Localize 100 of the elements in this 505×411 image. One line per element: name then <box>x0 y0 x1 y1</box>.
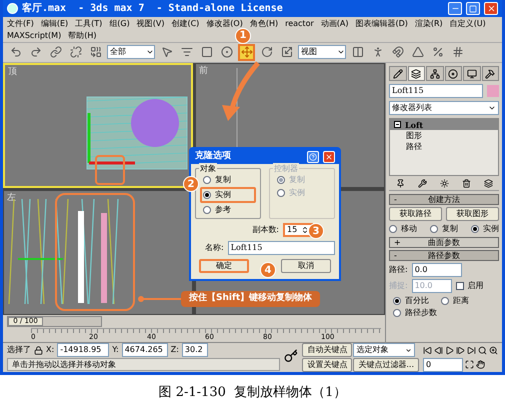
rollout-button[interactable]: 获取路径 <box>389 207 442 221</box>
frame-field[interactable]: 0 <box>423 358 463 372</box>
unlink-icon <box>70 46 82 58</box>
y-coordinate-field[interactable]: 4674.265 <box>122 343 168 357</box>
rollout-header[interactable]: - 创建方法 <box>389 194 499 205</box>
key-mode-dropdown[interactable]: 选定对象 <box>353 343 416 357</box>
radio-button[interactable] <box>471 225 479 233</box>
zoom-all-icon[interactable] <box>489 346 498 354</box>
pan-icon[interactable] <box>476 360 485 369</box>
previous-frame-icon[interactable] <box>434 346 443 354</box>
circle-icon <box>220 46 232 58</box>
maximize-button[interactable] <box>466 2 480 16</box>
create-tab[interactable] <box>389 66 406 81</box>
stack-item[interactable]: Loft <box>405 118 424 130</box>
wrench-icon <box>418 179 426 188</box>
group-label: 对象 <box>199 163 217 175</box>
menu-item[interactable]: 文件(F) <box>7 18 34 30</box>
radio-button[interactable] <box>203 176 211 184</box>
radio-label: 复制 <box>289 174 305 186</box>
menu-item[interactable]: 自定义(U) <box>450 18 486 30</box>
figure-icon <box>372 46 384 58</box>
radio-button[interactable] <box>441 297 449 305</box>
radio-button[interactable] <box>393 309 401 317</box>
dialog-button[interactable]: 确定 <box>199 259 249 273</box>
move-button[interactable] <box>238 44 255 61</box>
play-icon[interactable] <box>445 346 454 354</box>
radio-button[interactable] <box>393 297 401 305</box>
callout-label: 按住【Shift】键移动复制物体 <box>181 291 320 307</box>
viewport-label: 顶 <box>8 66 17 79</box>
percent-icon <box>432 46 444 58</box>
z-coordinate-field[interactable]: 30.2 <box>182 343 208 357</box>
radio-label: 距离 <box>453 295 469 307</box>
motion-icon <box>448 68 458 78</box>
snap-label: 捕捉: <box>389 280 408 292</box>
set-key-button[interactable]: 设置关键点 <box>302 358 352 372</box>
menu-item[interactable]: 组(G) <box>109 18 130 30</box>
enable-label: 启用 <box>468 280 484 292</box>
maximize-icon <box>469 4 477 13</box>
object-name-field[interactable]: Loft115 <box>389 84 483 98</box>
next-frame-icon[interactable] <box>456 346 465 354</box>
trash-icon <box>462 179 470 188</box>
radio-label: 参考 <box>215 204 231 216</box>
motion-tab[interactable] <box>444 66 462 81</box>
modifier-list-dropdown[interactable]: 修改器列表 <box>389 101 499 115</box>
radio-button[interactable] <box>203 206 211 214</box>
minimize-button[interactable] <box>448 2 462 16</box>
go-to-end-icon[interactable] <box>467 346 476 354</box>
zoom-icon[interactable] <box>478 346 487 354</box>
utilities-tab[interactable] <box>482 66 499 81</box>
close-button[interactable] <box>484 2 498 16</box>
toolbar-dropdown[interactable]: 视图 <box>298 45 346 60</box>
rollout-header[interactable]: - 路径参数 <box>389 250 499 261</box>
radio-label: 实例 <box>215 189 231 201</box>
dialog-button[interactable]: 取消 <box>281 259 331 273</box>
menu-item[interactable]: 创建(C) <box>171 18 200 30</box>
radio-button[interactable] <box>389 225 397 233</box>
menu-item[interactable]: 修改器(O) <box>206 18 243 30</box>
display-tab[interactable] <box>463 66 480 81</box>
go-to-start-icon[interactable] <box>423 346 432 354</box>
stack-subitem[interactable]: 路径 <box>390 141 498 152</box>
menu-item[interactable]: 工具(T) <box>75 18 102 30</box>
key-icon[interactable] <box>284 349 298 363</box>
modify-tab[interactable] <box>408 66 425 81</box>
menu-item[interactable]: 渲染(R) <box>414 18 443 30</box>
radio-button[interactable] <box>430 225 438 233</box>
toolbar-dropdown[interactable]: 全部 <box>107 45 155 60</box>
rollout-button[interactable]: 获取图形 <box>446 207 499 221</box>
auto-key-button[interactable]: 自动关键点 <box>302 343 352 357</box>
close-button[interactable] <box>323 150 335 162</box>
maximize-viewport-icon[interactable] <box>465 360 474 369</box>
x-coordinate-field[interactable]: -14918.95 <box>57 343 110 357</box>
copies-spinner[interactable]: 15 <box>283 223 313 237</box>
rollout-header[interactable]: + 曲面参数 <box>389 237 499 248</box>
stack-subitem[interactable]: 图形 <box>390 130 498 141</box>
help-button[interactable] <box>307 150 319 162</box>
radio-label: 移动 <box>401 223 417 235</box>
hierarchy-tab[interactable] <box>426 66 444 81</box>
collapse-icon[interactable] <box>394 121 401 128</box>
menu-item[interactable]: 编辑(E) <box>40 18 68 30</box>
step-number-badge: 1 <box>235 28 251 44</box>
menu-item[interactable]: 角色(H) <box>250 18 278 30</box>
name-field[interactable]: Loft115 <box>228 241 335 255</box>
utilities-icon <box>485 68 496 78</box>
key-filters-button[interactable]: 关键点过滤器... <box>353 358 419 372</box>
menu-item[interactable]: reactor <box>285 18 314 30</box>
menu-item[interactable]: 视图(V) <box>136 18 164 30</box>
rotate-icon <box>260 46 272 58</box>
enable-checkbox[interactable] <box>456 282 464 290</box>
path-spinner[interactable]: 0.0 <box>412 263 462 277</box>
menu-item[interactable]: MAXScript(M) <box>7 30 62 42</box>
path-label: 路径: <box>389 264 408 276</box>
menu-item[interactable]: 图表编辑器(D) <box>355 18 408 30</box>
object-color-swatch[interactable] <box>487 85 499 97</box>
menu-item[interactable]: 动画(A) <box>320 18 348 30</box>
menu-item[interactable]: 帮助(H) <box>68 30 96 42</box>
close-icon <box>486 4 496 14</box>
region-icon <box>200 46 212 58</box>
radio-button[interactable] <box>203 191 211 199</box>
mirror-icon <box>352 46 364 58</box>
lock-icon[interactable] <box>34 346 43 354</box>
